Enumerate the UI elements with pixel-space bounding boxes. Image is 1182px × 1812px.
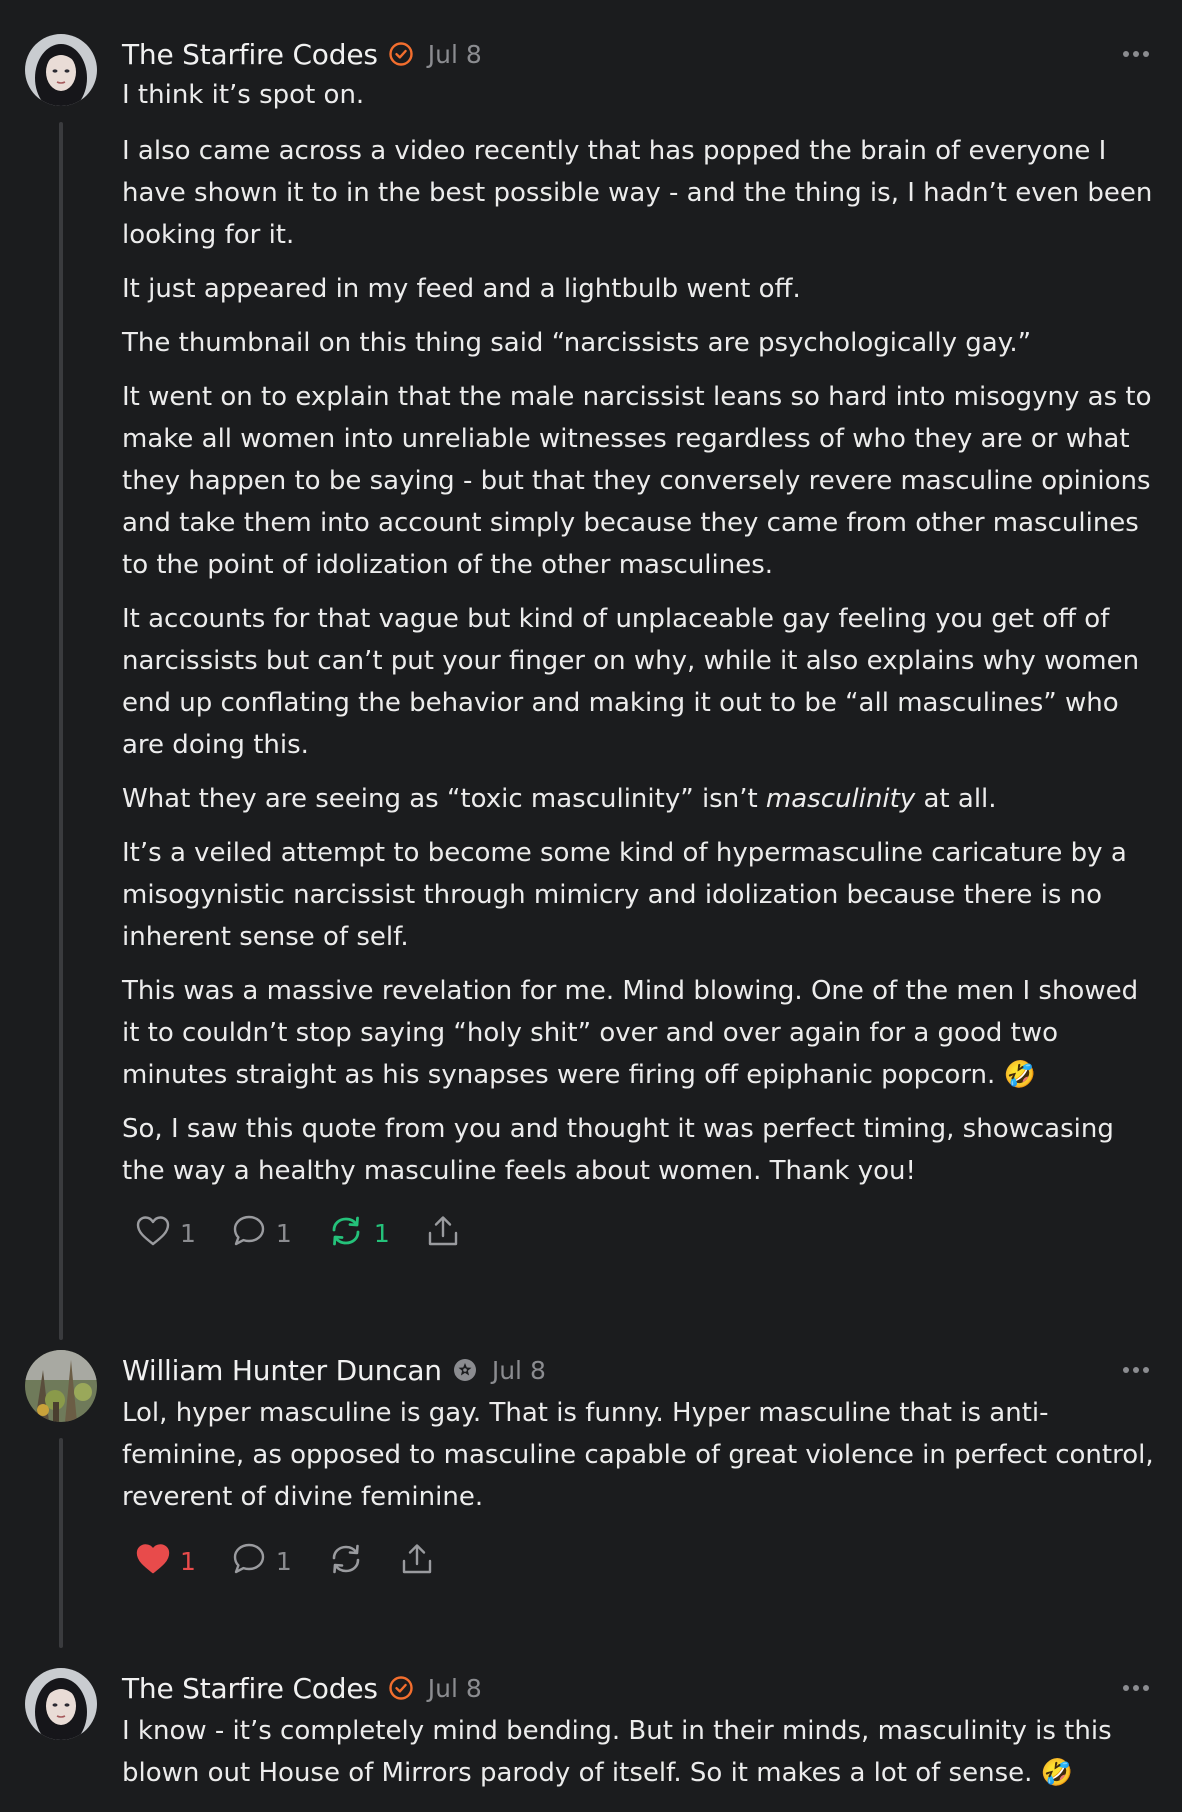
thread-line	[59, 1438, 63, 1648]
paragraph: I think it’s spot on.	[122, 80, 365, 110]
restack-button[interactable]: 1	[328, 1214, 390, 1252]
emphasis-text: masculinity	[765, 784, 916, 814]
speech-bubble-icon	[232, 1214, 266, 1252]
paragraph-text: What they are seeing as “toxic masculini…	[122, 784, 766, 814]
comment-body: I think it’s spot on. I also came across…	[122, 74, 1162, 1192]
share-button[interactable]	[400, 1542, 434, 1580]
avatar[interactable]	[25, 1350, 97, 1422]
action-bar: 1 1	[136, 1542, 1162, 1580]
thread-line	[59, 122, 63, 1340]
flower-badge-icon	[452, 1357, 478, 1383]
speech-bubble-icon	[232, 1542, 266, 1580]
share-icon	[400, 1542, 434, 1580]
post-date[interactable]: Jul 8	[492, 1356, 546, 1385]
paragraph: It’s a veiled attempt to become some kin…	[122, 838, 1127, 952]
paragraph: It just appeared in my feed and a lightb…	[122, 274, 801, 304]
share-icon	[426, 1214, 460, 1252]
paragraph: What they are seeing as “toxic masculini…	[122, 778, 1162, 820]
like-button[interactable]: 1	[136, 1543, 196, 1579]
like-count: 1	[180, 1546, 196, 1576]
paragraph: The thumbnail on this thing said “narcis…	[122, 328, 1032, 358]
post-date[interactable]: Jul 8	[428, 40, 482, 69]
restack-icon	[328, 1214, 364, 1252]
like-count: 1	[180, 1218, 196, 1248]
comment-body: I know - it’s completely mind bending. B…	[122, 1710, 1162, 1794]
paragraph: So, I saw this quote from you and though…	[122, 1114, 1114, 1186]
paragraph: This was a massive revelation for me. Mi…	[122, 976, 1139, 1090]
more-options-icon[interactable]	[1122, 1668, 1150, 1708]
more-options-icon[interactable]	[1122, 34, 1150, 74]
author-name[interactable]: The Starfire Codes	[122, 1672, 378, 1705]
author-name[interactable]: The Starfire Codes	[122, 38, 378, 71]
paragraph: Lol, hyper masculine is gay. That is fun…	[122, 1398, 1154, 1512]
paragraph: It went on to explain that the male narc…	[122, 382, 1152, 580]
avatar[interactable]	[25, 34, 97, 106]
heart-icon	[136, 1215, 170, 1251]
paragraph: It accounts for that vague but kind of u…	[122, 604, 1140, 760]
comment-count: 1	[275, 1546, 292, 1576]
paragraph: I also came across a video recently that…	[122, 136, 1153, 250]
restack-icon	[328, 1542, 364, 1580]
like-button[interactable]: 1	[136, 1215, 196, 1251]
comment-count: 1	[275, 1218, 292, 1248]
restack-button[interactable]	[328, 1542, 364, 1580]
comment-button[interactable]: 1	[232, 1542, 292, 1580]
comment-body: Lol, hyper masculine is gay. That is fun…	[122, 1392, 1162, 1518]
author-name[interactable]: William Hunter Duncan	[122, 1354, 442, 1387]
avatar[interactable]	[25, 1668, 97, 1740]
comment-thread: The Starfire Codes Jul 8 I think it’s sp…	[0, 0, 1182, 1812]
restack-count: 1	[373, 1218, 390, 1248]
comment-button[interactable]: 1	[232, 1214, 292, 1252]
more-options-icon[interactable]	[1122, 1350, 1150, 1390]
action-bar: 1 1 1	[136, 1214, 1162, 1252]
verified-check-icon	[388, 41, 414, 67]
post-date[interactable]: Jul 8	[428, 1674, 482, 1703]
paragraph-text: at all.	[915, 784, 997, 814]
verified-check-icon	[388, 1675, 414, 1701]
share-button[interactable]	[426, 1214, 460, 1252]
heart-filled-icon	[136, 1543, 170, 1579]
paragraph: I know - it’s completely mind bending. B…	[122, 1716, 1112, 1788]
